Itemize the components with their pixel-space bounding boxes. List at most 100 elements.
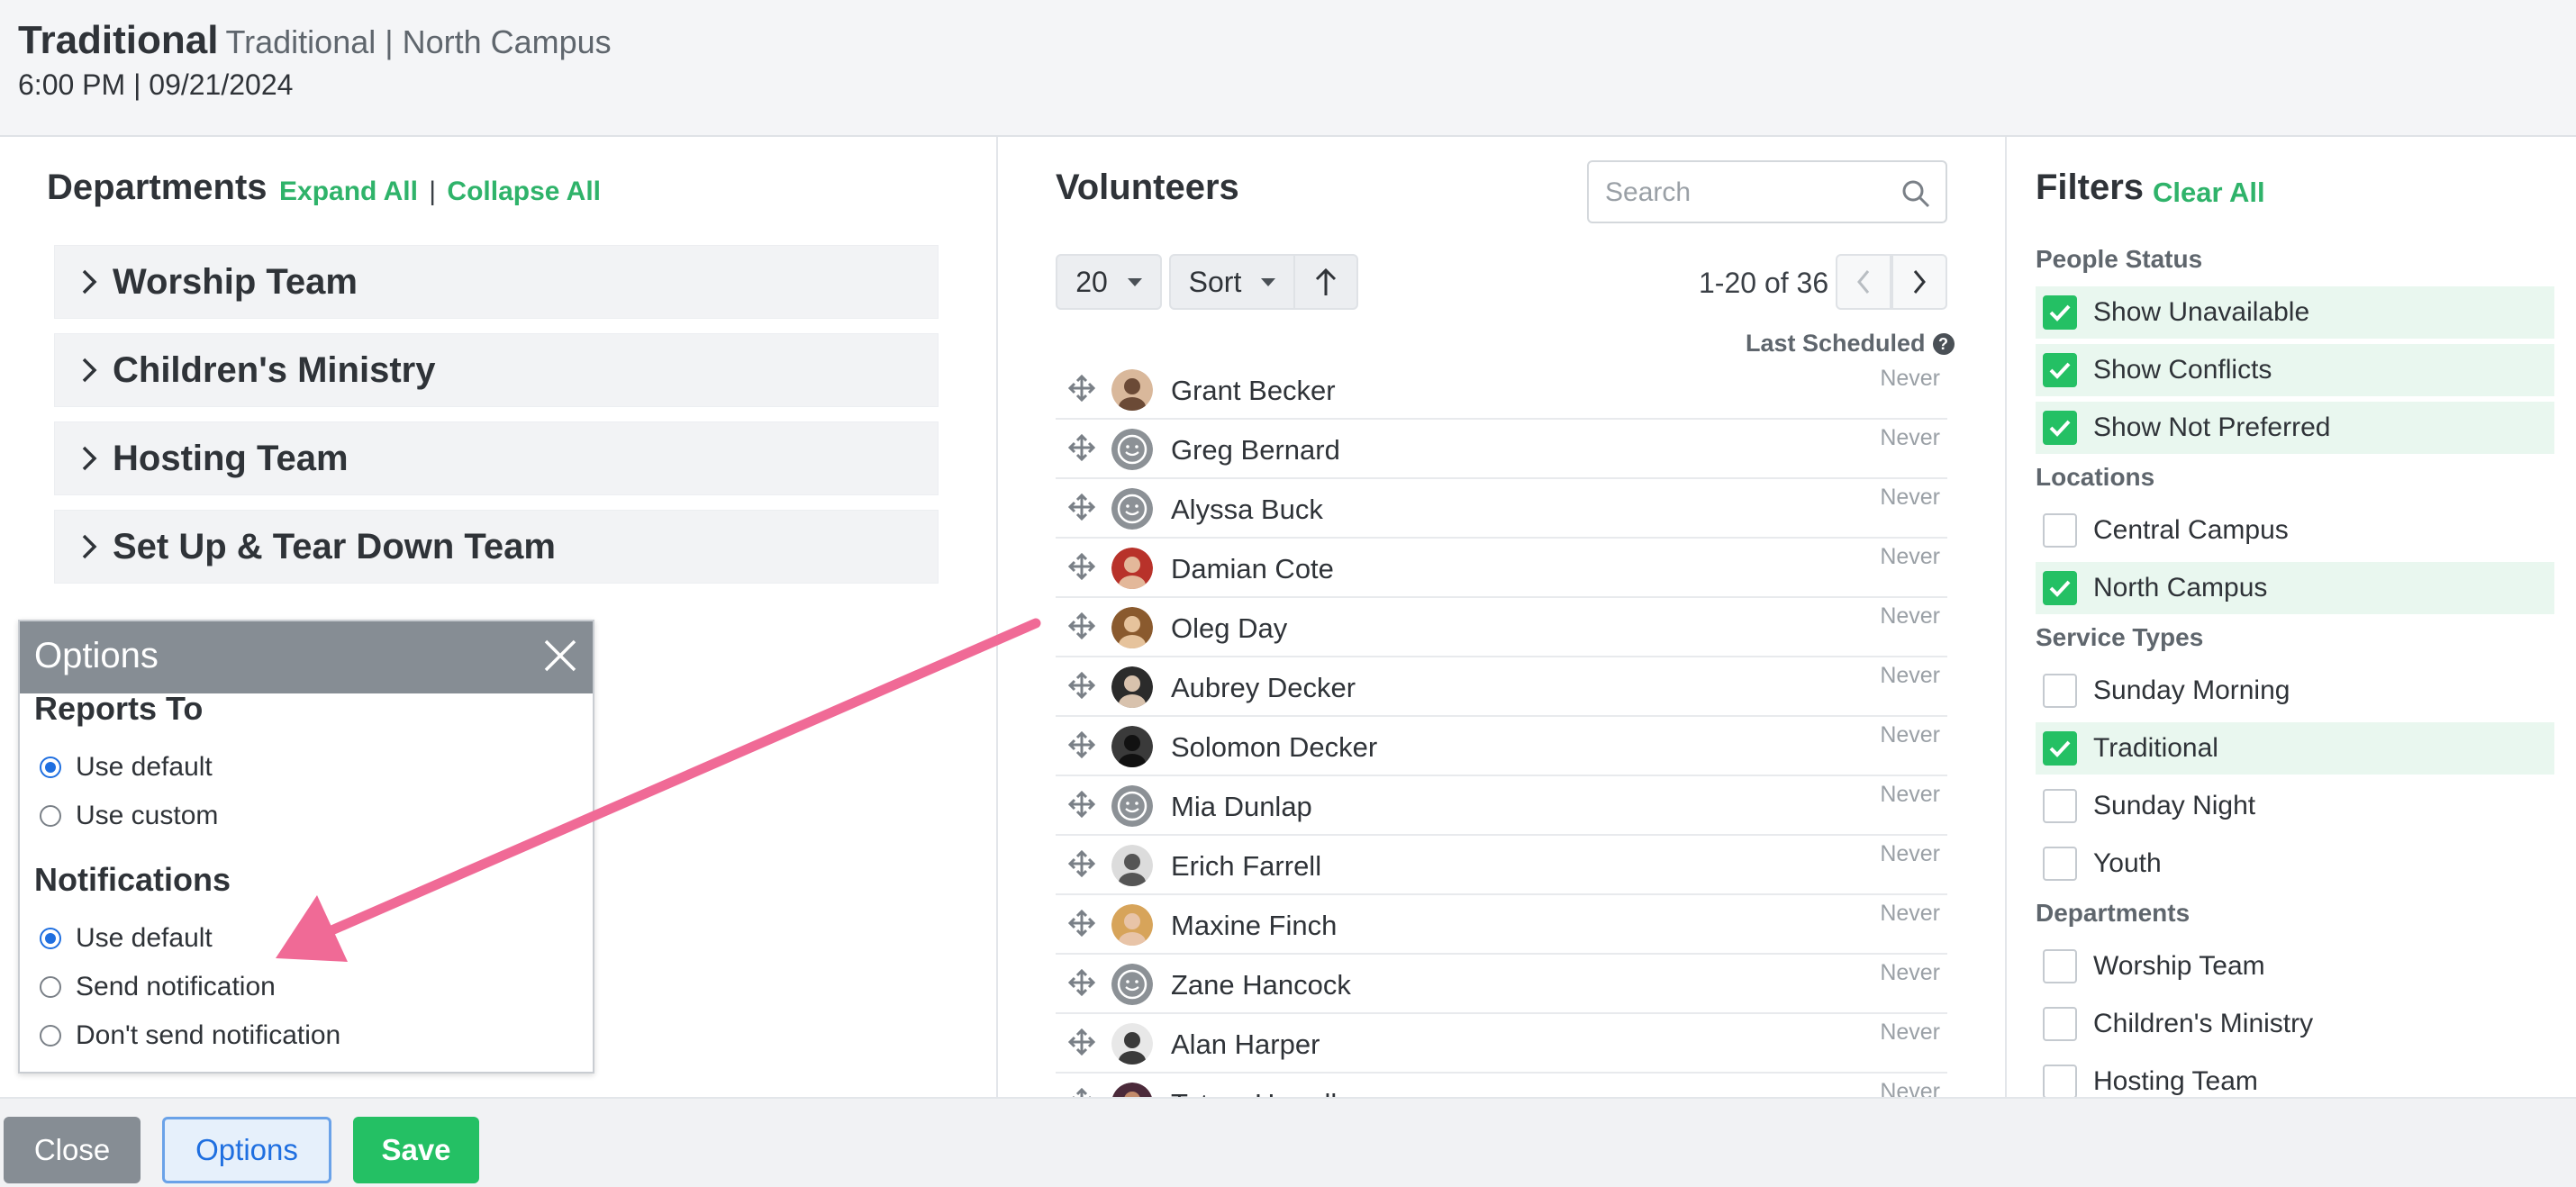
checkbox[interactable] (2043, 731, 2077, 766)
filter-option[interactable]: Sunday Morning (2036, 665, 2554, 717)
volunteer-row[interactable]: Zane Hancock Never (1056, 955, 1947, 1014)
volunteer-name[interactable]: Alyssa Buck (1171, 494, 1323, 526)
drag-handle-icon[interactable] (1068, 850, 1095, 877)
checkbox[interactable] (2043, 1065, 2077, 1099)
checkbox[interactable] (2043, 949, 2077, 983)
department-row-hosting-team[interactable]: Hosting Team (54, 421, 939, 495)
drag-handle-icon[interactable] (1068, 434, 1095, 461)
drag-handle-icon[interactable] (1068, 494, 1095, 521)
checkbox[interactable] (2043, 789, 2077, 823)
page-size-dropdown[interactable]: 20 (1056, 254, 1162, 310)
volunteer-name[interactable]: Greg Bernard (1171, 434, 1340, 467)
volunteer-row[interactable]: Maxine Finch Never (1056, 895, 1947, 955)
checkbox[interactable] (2043, 353, 2077, 387)
drag-handle-icon[interactable] (1068, 553, 1095, 580)
drag-handle-icon[interactable] (1068, 672, 1095, 699)
volunteer-row[interactable]: Greg Bernard Never (1056, 420, 1947, 479)
volunteer-name[interactable]: Mia Dunlap (1171, 791, 1312, 823)
volunteer-name[interactable]: Erich Farrell (1171, 850, 1321, 883)
volunteer-name[interactable]: Maxine Finch (1171, 910, 1337, 942)
drag-handle-icon[interactable] (1068, 612, 1095, 639)
volunteer-row[interactable]: Erich Farrell Never (1056, 836, 1947, 895)
filter-option[interactable]: Youth (2036, 838, 2554, 890)
search-input[interactable] (1605, 175, 1893, 211)
volunteer-name[interactable]: Aubrey Decker (1171, 672, 1356, 704)
clear-all-filters-link[interactable]: Clear All (2153, 177, 2265, 209)
reports-to-use-custom[interactable]: Use custom (40, 798, 218, 834)
drag-handle-icon[interactable] (1068, 731, 1095, 758)
department-row-setup-teardown[interactable]: Set Up & Tear Down Team (54, 510, 939, 584)
drag-handle-icon[interactable] (1068, 1088, 1095, 1097)
search-icon[interactable] (1900, 178, 1931, 209)
next-page-button[interactable] (1891, 254, 1947, 310)
checkbox[interactable] (2043, 674, 2077, 708)
sort-dropdown[interactable]: Sort (1169, 254, 1295, 310)
collapse-all-link[interactable]: Collapse All (447, 177, 601, 206)
drag-handle-icon[interactable] (1068, 375, 1095, 402)
options-button[interactable]: Options (162, 1117, 331, 1183)
filter-option-label: Hosting Team (2093, 1066, 2258, 1096)
volunteer-name[interactable]: Grant Becker (1171, 375, 1336, 407)
notifications-dont-send[interactable]: Don't send notification (40, 1018, 340, 1054)
notifications-use-default[interactable]: Use default (40, 920, 213, 956)
expand-all-link[interactable]: Expand All (279, 177, 418, 206)
volunteer-name[interactable]: Solomon Decker (1171, 731, 1377, 764)
volunteer-row[interactable]: Grant Becker Never (1056, 360, 1947, 420)
radio-button[interactable] (40, 928, 61, 949)
checkbox[interactable] (2043, 411, 2077, 445)
save-button[interactable]: Save (353, 1117, 479, 1183)
volunteer-name[interactable]: Oleg Day (1171, 612, 1287, 645)
filter-option[interactable]: Sunday Night (2036, 780, 2554, 832)
departments-links: Expand All | Collapse All (279, 177, 601, 207)
checkbox[interactable] (2043, 1007, 2077, 1041)
department-row-childrens-ministry[interactable]: Children's Ministry (54, 333, 939, 407)
filter-option[interactable]: Show Conflicts (2036, 344, 2554, 396)
checkbox[interactable] (2043, 295, 2077, 330)
sort-direction-button[interactable] (1293, 254, 1358, 310)
last-scheduled-value: Never (1880, 485, 1940, 510)
avatar (1111, 964, 1153, 1005)
filter-option[interactable]: North Campus (2036, 562, 2554, 614)
chevron-right-icon (1913, 270, 1926, 294)
reports-to-use-default[interactable]: Use default (40, 749, 213, 785)
volunteer-row[interactable]: Damian Cote Never (1056, 539, 1947, 598)
radio-button[interactable] (40, 757, 61, 778)
volunteer-name[interactable]: Zane Hancock (1171, 969, 1351, 1001)
close-button[interactable]: Close (4, 1117, 141, 1183)
filter-option[interactable]: Children's Ministry (2036, 998, 2554, 1050)
notifications-send[interactable]: Send notification (40, 969, 276, 1005)
volunteer-row[interactable]: Solomon Decker Never (1056, 717, 1947, 776)
filter-option[interactable]: Traditional (2036, 722, 2554, 775)
last-scheduled-value: Never (1880, 603, 1940, 629)
help-icon[interactable]: ? (1932, 332, 1955, 355)
volunteer-search[interactable] (1587, 160, 1947, 223)
checkbox[interactable] (2043, 847, 2077, 881)
filter-option[interactable]: Central Campus (2036, 504, 2554, 557)
department-row-worship-team[interactable]: Worship Team (54, 245, 939, 319)
radio-button[interactable] (40, 805, 61, 827)
checkbox[interactable] (2043, 513, 2077, 548)
radio-button[interactable] (40, 976, 61, 998)
volunteer-row[interactable]: Alan Harper Never (1056, 1014, 1947, 1074)
drag-handle-icon[interactable] (1068, 969, 1095, 996)
previous-page-button[interactable] (1836, 254, 1891, 310)
filter-option[interactable]: Worship Team (2036, 940, 2554, 992)
volunteer-row[interactable]: Mia Dunlap Never (1056, 776, 1947, 836)
drag-handle-icon[interactable] (1068, 910, 1095, 937)
drag-handle-icon[interactable] (1068, 791, 1095, 818)
filter-option[interactable]: Show Not Preferred (2036, 402, 2554, 454)
pagination-text: 1-20 of 36 (1699, 267, 1829, 299)
filter-option[interactable]: Show Unavailable (2036, 286, 2554, 339)
volunteer-name[interactable]: Damian Cote (1171, 553, 1334, 585)
volunteer-name[interactable]: Alan Harper (1171, 1028, 1320, 1061)
service-datetime: 6:00 PM | 09/21/2024 (18, 68, 294, 101)
volunteer-row[interactable]: Oleg Day Never (1056, 598, 1947, 657)
drag-handle-icon[interactable] (1068, 1028, 1095, 1056)
checkbox[interactable] (2043, 571, 2077, 605)
volunteer-row[interactable]: Alyssa Buck Never (1056, 479, 1947, 539)
radio-button[interactable] (40, 1025, 61, 1047)
volunteer-name[interactable]: Tatum Herrell (1171, 1088, 1337, 1097)
volunteer-row[interactable]: Aubrey Decker Never (1056, 657, 1947, 717)
close-icon[interactable] (540, 636, 580, 675)
volunteer-row[interactable]: Tatum Herrell Never (1056, 1074, 1947, 1097)
